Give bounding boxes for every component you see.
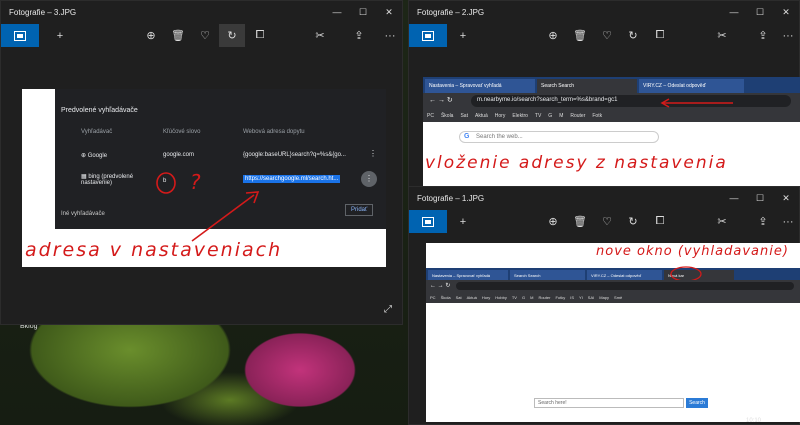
window-title: Fotografie – 2.JPG bbox=[417, 8, 485, 17]
minimize-button[interactable]: — bbox=[721, 187, 747, 210]
photos-window-3: Fotografie – 3.JPG — ☐ ✕ + ⊕ 🗑 ♡ ↻ ⧠ ✂ ⇪… bbox=[0, 0, 403, 325]
bookmarks-bar: PC Škola Sat Aktuá Hory Hobby TV G M Rou… bbox=[426, 292, 800, 303]
window-title: Fotografie – 3.JPG bbox=[9, 8, 77, 17]
bookmark[interactable]: M bbox=[530, 295, 533, 300]
bookmark[interactable]: G bbox=[522, 295, 525, 300]
bookmark[interactable]: Fotky bbox=[555, 295, 565, 300]
back-forward-icons[interactable]: ← → ↻ bbox=[430, 282, 450, 289]
search-button[interactable]: Search bbox=[686, 398, 708, 408]
favorite-icon[interactable]: ♡ bbox=[192, 24, 218, 47]
bookmark[interactable]: IS bbox=[570, 295, 574, 300]
more-icon[interactable]: ··· bbox=[775, 210, 800, 233]
gallery-icon[interactable] bbox=[409, 24, 447, 47]
rotate-icon[interactable]: ↻ bbox=[620, 210, 646, 233]
zoom-icon[interactable]: ⊕ bbox=[540, 24, 566, 47]
search-placeholder: Search here! bbox=[538, 400, 567, 406]
delete-icon[interactable]: 🗑 bbox=[165, 24, 191, 47]
share-icon[interactable]: ⇪ bbox=[346, 24, 372, 47]
photos-window-2: Fotografie – 2.JPG — ☐ ✕ + ⊕ 🗑 ♡ ↻ ⧠ ✂ ⇪… bbox=[408, 0, 800, 190]
bookmark[interactable]: PC bbox=[430, 295, 436, 300]
bookmark[interactable]: Škola bbox=[441, 295, 451, 300]
annotation-question: ? bbox=[190, 170, 203, 194]
bookmark[interactable]: SAI bbox=[588, 295, 594, 300]
photo-new-window: nove okno (vyhladavanie) Nastavenia – Sp… bbox=[426, 243, 800, 422]
edit-icon[interactable]: ✂ bbox=[709, 24, 735, 47]
gallery-icon[interactable] bbox=[409, 210, 447, 233]
address-bar[interactable] bbox=[456, 282, 794, 290]
close-button[interactable]: ✕ bbox=[773, 187, 799, 210]
favorite-icon[interactable]: ♡ bbox=[594, 210, 620, 233]
toolbar: + ⊕ 🗑 ♡ ↻ ⧠ ✂ ⇪ ··· bbox=[409, 24, 799, 47]
title-bar[interactable]: Fotografie – 2.JPG — ☐ ✕ bbox=[409, 1, 799, 24]
add-icon[interactable]: + bbox=[47, 24, 73, 47]
expand-icon[interactable]: ⤢ bbox=[384, 304, 392, 315]
photo-settings: Predvolené vyhľadávače Vyhľadávač Kľúčov… bbox=[22, 89, 386, 267]
zoom-icon[interactable]: ⊕ bbox=[138, 24, 164, 47]
annotation-text-1: adresa v nastaveniach bbox=[25, 239, 283, 261]
bookmark[interactable]: Sat bbox=[456, 295, 462, 300]
share-icon[interactable]: ⇪ bbox=[750, 24, 776, 47]
minimize-button[interactable]: — bbox=[324, 1, 350, 24]
crop-icon[interactable]: ⧠ bbox=[647, 24, 673, 47]
bookmark[interactable]: TV bbox=[512, 295, 517, 300]
toolbar: + ⊕ 🗑 ♡ ↻ ⧠ ✂ ⇪ ··· bbox=[1, 24, 402, 47]
maximize-button[interactable]: ☐ bbox=[747, 187, 773, 210]
title-bar[interactable]: Fotografie – 3.JPG — ☐ ✕ bbox=[1, 1, 402, 24]
bookmark[interactable]: Smě bbox=[614, 295, 622, 300]
address-bar-row: ← → ↻ bbox=[426, 280, 800, 292]
more-icon[interactable]: ··· bbox=[377, 24, 403, 47]
bookmark[interactable]: Router bbox=[538, 295, 550, 300]
maximize-button[interactable]: ☐ bbox=[350, 1, 376, 24]
bookmark[interactable]: Mapy bbox=[599, 295, 609, 300]
more-icon[interactable]: ··· bbox=[775, 24, 800, 47]
share-icon[interactable]: ⇪ bbox=[750, 210, 776, 233]
search-input[interactable]: Search here! bbox=[534, 398, 684, 408]
favorite-icon[interactable]: ♡ bbox=[594, 24, 620, 47]
rotate-icon[interactable]: ↻ bbox=[219, 24, 245, 47]
minimize-button[interactable]: — bbox=[721, 1, 747, 24]
close-button[interactable]: ✕ bbox=[376, 1, 402, 24]
edit-icon[interactable]: ✂ bbox=[709, 210, 735, 233]
bookmark[interactable]: Aktuá bbox=[467, 295, 477, 300]
title-bar[interactable]: Fotografie – 1.JPG — ☐ ✕ bbox=[409, 187, 799, 210]
photo-browser: Nastavenia – Spravovať vyhľadá Search Se… bbox=[423, 77, 800, 187]
gallery-icon[interactable] bbox=[1, 24, 39, 47]
crop-icon[interactable]: ⧠ bbox=[247, 24, 273, 47]
annotation-text-2: vloženie adresy z nastavenia bbox=[425, 153, 728, 173]
photos-window-1: Fotografie – 1.JPG — ☐ ✕ + ⊕ 🗑 ♡ ↻ ⧠ ✂ ⇪… bbox=[408, 186, 800, 425]
taskbar-clock: 10:10 bbox=[746, 418, 762, 424]
delete-icon[interactable]: 🗑 bbox=[567, 24, 593, 47]
rotate-icon[interactable]: ↻ bbox=[620, 24, 646, 47]
close-button[interactable]: ✕ bbox=[773, 1, 799, 24]
bookmark[interactable]: Hory bbox=[482, 295, 490, 300]
maximize-button[interactable]: ☐ bbox=[747, 1, 773, 24]
annotation-circle bbox=[670, 266, 702, 282]
edit-icon[interactable]: ✂ bbox=[307, 24, 333, 47]
add-icon[interactable]: + bbox=[450, 24, 476, 47]
crop-icon[interactable]: ⧠ bbox=[647, 210, 673, 233]
delete-icon[interactable]: 🗑 bbox=[567, 210, 593, 233]
zoom-icon[interactable]: ⊕ bbox=[540, 210, 566, 233]
bookmark[interactable]: YI bbox=[579, 295, 583, 300]
bookmark[interactable]: Hobby bbox=[495, 295, 507, 300]
add-icon[interactable]: + bbox=[450, 210, 476, 233]
window-title: Fotografie – 1.JPG bbox=[417, 194, 485, 203]
toolbar: + ⊕ 🗑 ♡ ↻ ⧠ ✂ ⇪ ··· bbox=[409, 210, 799, 233]
